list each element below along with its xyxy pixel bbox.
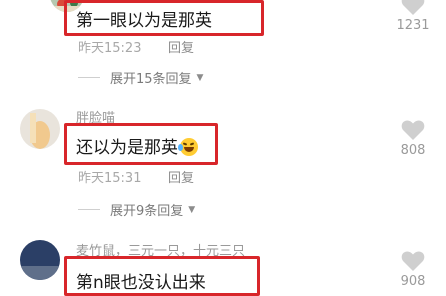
comment-text: 还以为是那英	[76, 133, 198, 158]
caret-down-icon: ▼	[188, 204, 196, 215]
expand-replies-label: 展开15条回复	[110, 72, 192, 87]
comment-item: 麦竹鼠，三元一只，十元三只 第n眼也没认出来 908	[0, 232, 446, 296]
comment-item: 胖脸喵 还以为是那英 昨天15:31 回复 展开9条回复 ▼ 808	[0, 95, 446, 225]
divider-line	[78, 209, 100, 210]
like-button[interactable]: 808	[390, 119, 436, 158]
like-count: 908	[400, 274, 426, 289]
reply-button[interactable]: 回复	[168, 37, 194, 56]
reply-button[interactable]: 回复	[168, 167, 194, 186]
divider-line	[78, 77, 100, 78]
avatar-image	[20, 109, 60, 149]
avatar-image	[20, 240, 60, 280]
comment-timestamp: 昨天15:23	[78, 41, 142, 56]
caret-down-icon: ▼	[196, 72, 204, 83]
comment-text-content: 还以为是那英	[76, 138, 178, 158]
expand-replies-label: 展开9条回复	[110, 204, 184, 219]
rolling-laughing-emoji-icon	[178, 138, 198, 156]
avatar[interactable]	[20, 240, 60, 280]
expand-replies-button[interactable]: 展开15条回复 ▼	[78, 68, 203, 87]
like-button[interactable]: 1231	[390, 0, 436, 33]
comment-item: 第一眼以为是那英 昨天15:23 回复 展开15条回复 ▼ 1231	[0, 0, 446, 95]
avatar[interactable]	[20, 109, 60, 149]
expand-replies-button[interactable]: 展开9条回复 ▼	[78, 200, 195, 219]
heart-icon	[401, 120, 425, 140]
heart-icon	[401, 251, 425, 271]
comment-text: 第一眼以为是那英	[76, 11, 212, 31]
heart-icon	[401, 0, 425, 15]
like-count: 1231	[396, 18, 430, 33]
comment-timestamp: 昨天15:31	[78, 171, 142, 186]
like-button[interactable]: 908	[390, 250, 436, 289]
like-count: 808	[400, 143, 426, 158]
comment-text: 第n眼也没认出来	[76, 273, 206, 293]
